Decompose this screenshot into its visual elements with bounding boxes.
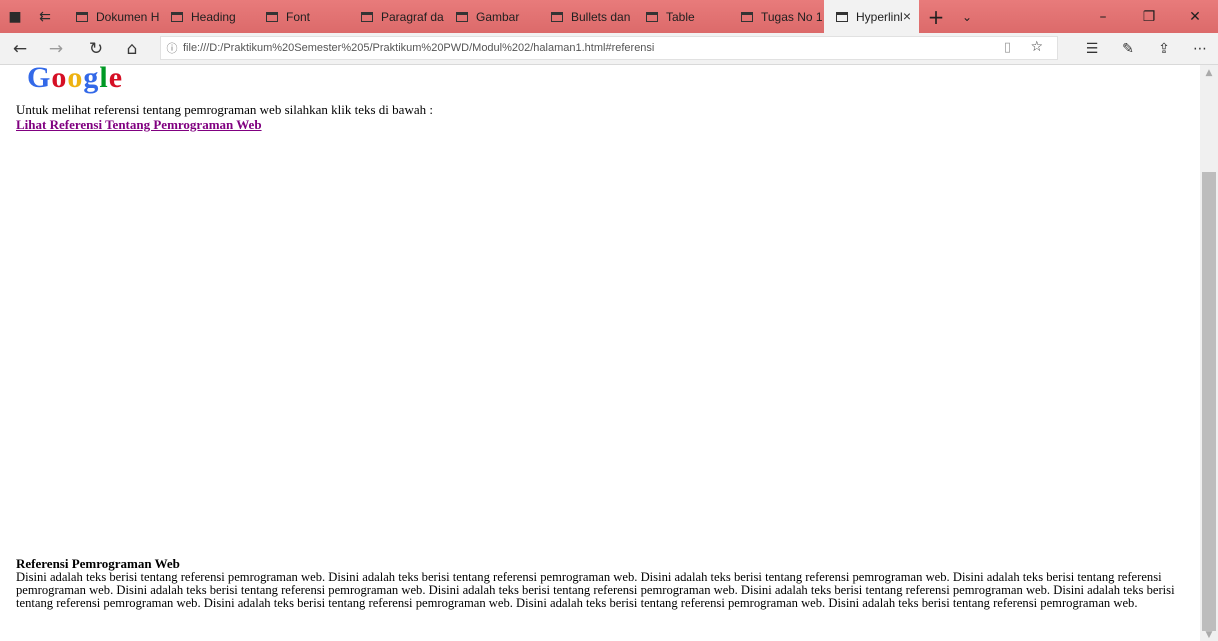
tab-tugas[interactable]: Tugas No 1 — [729, 0, 824, 33]
page-icon — [171, 11, 183, 22]
home-icon[interactable]: ⌂ — [114, 33, 150, 64]
page-icon — [741, 11, 753, 22]
forward-icon[interactable]: → — [38, 33, 74, 64]
tab-dokumen[interactable]: Dokumen HT — [64, 0, 159, 33]
logo-letter: l — [99, 65, 109, 94]
scroll-down-icon[interactable]: ▼ — [1200, 630, 1218, 640]
toolbar-right-icons: ☰ ✎ ⇪ ⋯ — [1074, 33, 1218, 64]
refresh-icon[interactable]: ↻ — [78, 33, 114, 64]
reference-link[interactable]: Lihat Referensi Tentang Pemrograman Web — [16, 117, 262, 132]
logo-letter: G — [27, 65, 52, 94]
share-icon[interactable]: ⇪ — [1146, 33, 1182, 64]
tab-label: Hyperlinl — [856, 9, 903, 24]
tab-label: Paragraf dan — [381, 9, 444, 24]
logo-letter: g — [83, 65, 100, 94]
tab-font[interactable]: Font — [254, 0, 349, 33]
window-controls: – ❐ ✕ — [1080, 0, 1218, 33]
page-viewport: Google Untuk melihat referensi tentang p… — [0, 65, 1200, 641]
page-icon — [551, 11, 563, 22]
more-icon[interactable]: ⋯ — [1182, 33, 1218, 64]
google-logo: Google — [27, 65, 123, 95]
tab-paragraf[interactable]: Paragraf dan — [349, 0, 444, 33]
section-body: Disini adalah teks berisi tentang refere… — [16, 570, 1175, 611]
minimize-icon[interactable]: – — [1080, 0, 1126, 33]
logo-letter: e — [108, 65, 124, 94]
page-icon — [361, 11, 373, 22]
tab-bar: ■ ⇇ Dokumen HT Heading Font Paragraf dan… — [0, 0, 1218, 33]
tab-hyperlink[interactable]: Hyperlinl × — [824, 0, 919, 33]
vertical-scrollbar[interactable]: ▲ ▼ — [1200, 65, 1218, 641]
tab-bar-left-controls: ■ ⇇ — [0, 0, 64, 33]
logo-letter: o — [51, 65, 68, 94]
address-bar[interactable]: ⓘ file:///D:/Praktikum%20Semester%205/Pr… — [160, 36, 1058, 60]
page-icon — [456, 11, 468, 22]
scroll-up-icon[interactable]: ▲ — [1200, 68, 1218, 78]
tab-label: Table — [666, 9, 695, 24]
set-aside-icon[interactable]: ■ — [0, 0, 30, 33]
page-icon — [76, 11, 88, 22]
page-icon — [266, 11, 278, 22]
tab-label: Dokumen HT — [96, 9, 159, 24]
tab-gambar[interactable]: Gambar — [444, 0, 539, 33]
favorites-list-icon[interactable]: ☰ — [1074, 33, 1110, 64]
tab-label: Tugas No 1 — [761, 9, 823, 24]
tab-label: Heading — [191, 9, 236, 24]
reading-view-icon[interactable]: ▯ — [1004, 40, 1011, 55]
tab-label: Gambar — [476, 9, 520, 24]
close-window-icon[interactable]: ✕ — [1172, 0, 1218, 33]
page-icon — [836, 11, 848, 22]
close-tab-icon[interactable]: × — [903, 8, 911, 24]
restore-icon[interactable]: ❐ — [1126, 0, 1172, 33]
web-note-icon[interactable]: ✎ — [1110, 33, 1146, 64]
tab-preview-chevron-icon[interactable]: ⌄ — [953, 0, 981, 33]
info-icon[interactable]: ⓘ — [161, 40, 183, 56]
new-tab-button[interactable]: + — [919, 0, 953, 33]
back-icon[interactable]: ← — [2, 33, 38, 64]
tab-label: Bullets dan N — [571, 9, 634, 24]
tab-table[interactable]: Table — [634, 0, 729, 33]
favorite-star-icon[interactable]: ☆ — [1030, 39, 1043, 55]
logo-letter: o — [67, 65, 84, 94]
scrollbar-thumb[interactable] — [1202, 172, 1216, 631]
tab-label: Font — [286, 9, 311, 24]
restore-tabs-icon[interactable]: ⇇ — [30, 0, 60, 33]
page-icon — [646, 11, 658, 22]
navigation-bar: ← → ↻ ⌂ ⓘ file:///D:/Praktikum%20Semeste… — [0, 33, 1218, 65]
url-text[interactable]: file:///D:/Praktikum%20Semester%205/Prak… — [183, 42, 654, 54]
tab-heading[interactable]: Heading — [159, 0, 254, 33]
intro-text: Untuk melihat referensi tentang pemrogra… — [16, 102, 433, 117]
tab-bullets[interactable]: Bullets dan N — [539, 0, 634, 33]
